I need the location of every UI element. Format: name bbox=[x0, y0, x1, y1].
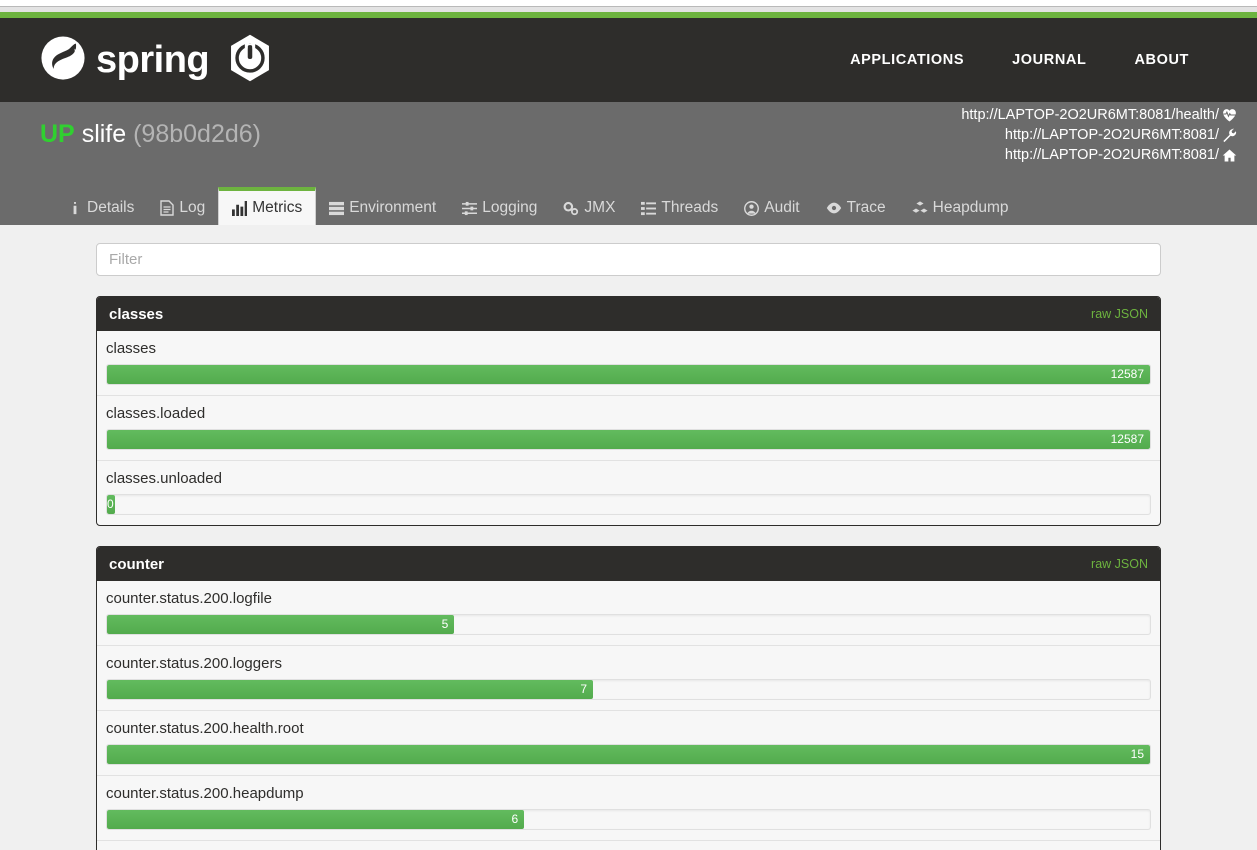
tab-trace[interactable]: Trace bbox=[813, 191, 899, 225]
endpoint-row-actuator[interactable]: http://LAPTOP-2O2UR6MT:8081/ bbox=[961, 125, 1237, 145]
metric-label: classes.unloaded bbox=[106, 470, 222, 487]
endpoint-links: http://LAPTOP-2O2UR6MT:8081/health/ http… bbox=[961, 105, 1237, 165]
metric-progress-bar: 12587 bbox=[107, 365, 1150, 384]
metric-progress-bar: 12587 bbox=[107, 430, 1150, 449]
tab-label: JMX bbox=[584, 199, 616, 216]
server-icon bbox=[329, 201, 345, 216]
metric-progress-track: 12587 bbox=[106, 429, 1151, 450]
metric-progress-track: 6 bbox=[106, 809, 1151, 830]
metric-label: classes bbox=[106, 340, 157, 357]
application-instance-id: (98b0d2d6) bbox=[133, 120, 261, 148]
metric-row: counter.status.200.health.root 15 bbox=[97, 711, 1160, 776]
metrics-content: classes raw JSON classes 12587 classes.l… bbox=[0, 225, 1257, 850]
metric-progress-bar: 6 bbox=[107, 810, 525, 829]
tab-label: Heapdump bbox=[932, 199, 1009, 216]
tab-label: Trace bbox=[846, 199, 886, 216]
tab-log[interactable]: Log bbox=[147, 191, 218, 225]
metric-row: classes.loaded 12587 bbox=[97, 396, 1160, 461]
raw-json-link[interactable]: raw JSON bbox=[1091, 557, 1148, 571]
panel-title: counter bbox=[109, 555, 165, 573]
tab-environment[interactable]: Environment bbox=[316, 191, 449, 225]
tab-label: Environment bbox=[349, 199, 437, 216]
sliders-icon bbox=[462, 201, 478, 216]
application-header: UP slife (98b0d2d6) http://LAPTOP-2O2UR6… bbox=[0, 102, 1257, 185]
top-navigation-bar: spring APPLICATIONS JOURNAL ABOUT bbox=[0, 18, 1257, 102]
endpoint-row-home[interactable]: http://LAPTOP-2O2UR6MT:8081/ bbox=[961, 145, 1237, 165]
nav-link-journal[interactable]: JOURNAL bbox=[1012, 52, 1086, 68]
spring-leaf-icon bbox=[40, 35, 86, 86]
cubes-icon bbox=[912, 200, 928, 216]
tab-audit[interactable]: Audit bbox=[731, 191, 812, 225]
user-circle-icon bbox=[744, 200, 760, 216]
spring-wordmark: spring bbox=[96, 39, 210, 81]
metric-label: counter.status.200.logfile bbox=[106, 590, 272, 607]
status-badge: UP bbox=[40, 120, 75, 148]
endpoint-row-health[interactable]: http://LAPTOP-2O2UR6MT:8081/health/ bbox=[961, 105, 1237, 125]
list-icon bbox=[641, 201, 657, 216]
tab-label: Metrics bbox=[252, 199, 303, 216]
file-text-icon bbox=[160, 200, 175, 216]
metric-progress-bar: 15 bbox=[107, 745, 1150, 764]
metric-row: counter.status.200.logfile 5 bbox=[97, 581, 1160, 646]
tab-metrics[interactable]: Metrics bbox=[218, 187, 317, 225]
metric-progress-bar: 0 bbox=[107, 495, 115, 514]
metric-label: counter.status.200.health.root bbox=[106, 720, 304, 737]
tab-threads[interactable]: Threads bbox=[628, 191, 731, 225]
tab-jmx[interactable]: JMX bbox=[550, 191, 628, 225]
panel-header: classes raw JSON bbox=[97, 297, 1160, 331]
browser-chrome-strip bbox=[0, 0, 1257, 7]
tab-heapdump[interactable]: Heapdump bbox=[899, 191, 1022, 225]
metric-label: classes.loaded bbox=[106, 405, 206, 422]
tab-details[interactable]: Details bbox=[55, 191, 147, 225]
metric-progress-track: 0 bbox=[106, 494, 1151, 515]
spring-boot-power-icon bbox=[227, 33, 273, 88]
endpoint-link-health[interactable]: http://LAPTOP-2O2UR6MT:8081/health/ bbox=[961, 105, 1219, 125]
eye-icon bbox=[826, 201, 842, 215]
info-icon bbox=[68, 201, 82, 216]
endpoint-link-actuator[interactable]: http://LAPTOP-2O2UR6MT:8081/ bbox=[1005, 125, 1219, 145]
panel-title: classes bbox=[109, 305, 164, 323]
metric-row: counter.status.404.star-star bbox=[97, 841, 1160, 850]
home-icon bbox=[1222, 148, 1237, 163]
tab-label: Threads bbox=[661, 199, 719, 216]
bar-chart-icon bbox=[232, 200, 248, 216]
metric-progress-bar: 7 bbox=[107, 680, 594, 699]
raw-json-link[interactable]: raw JSON bbox=[1091, 307, 1148, 321]
wrench-icon bbox=[1222, 127, 1237, 143]
tab-label: Log bbox=[179, 199, 206, 216]
tab-label: Logging bbox=[482, 199, 538, 216]
metric-progress-bar: 5 bbox=[107, 615, 455, 634]
metric-progress-track: 7 bbox=[106, 679, 1151, 700]
metrics-panel-classes: classes raw JSON classes 12587 classes.l… bbox=[96, 296, 1161, 526]
application-name: slife bbox=[81, 120, 127, 148]
page-title: UP slife (98b0d2d6) bbox=[40, 120, 261, 149]
metric-progress-track: 5 bbox=[106, 614, 1151, 635]
spring-logo[interactable]: spring bbox=[40, 33, 273, 88]
heartbeat-icon bbox=[1222, 108, 1237, 123]
tab-logging[interactable]: Logging bbox=[449, 191, 550, 225]
metric-row: classes 12587 bbox=[97, 331, 1160, 396]
endpoint-link-home[interactable]: http://LAPTOP-2O2UR6MT:8081/ bbox=[1005, 145, 1219, 165]
metric-row: classes.unloaded 0 bbox=[97, 461, 1160, 525]
metric-progress-track: 12587 bbox=[106, 364, 1151, 385]
metric-progress-track: 15 bbox=[106, 744, 1151, 765]
filter-input[interactable] bbox=[96, 243, 1161, 276]
tab-label: Audit bbox=[764, 199, 800, 216]
detail-tabs: Details Log Metrics Environment Logging … bbox=[0, 185, 1257, 225]
metric-row: counter.status.200.heapdump 6 bbox=[97, 776, 1160, 841]
metric-row: counter.status.200.loggers 7 bbox=[97, 646, 1160, 711]
tab-label: Details bbox=[87, 199, 135, 216]
panel-header: counter raw JSON bbox=[97, 547, 1160, 581]
metric-label: counter.status.200.heapdump bbox=[106, 785, 304, 802]
top-nav-links: APPLICATIONS JOURNAL ABOUT bbox=[850, 52, 1189, 68]
nav-link-applications[interactable]: APPLICATIONS bbox=[850, 52, 964, 68]
cogs-icon bbox=[563, 201, 579, 216]
metrics-panel-counter: counter raw JSON counter.status.200.logf… bbox=[96, 546, 1161, 850]
nav-link-about[interactable]: ABOUT bbox=[1134, 52, 1189, 68]
metric-label: counter.status.200.loggers bbox=[106, 655, 282, 672]
